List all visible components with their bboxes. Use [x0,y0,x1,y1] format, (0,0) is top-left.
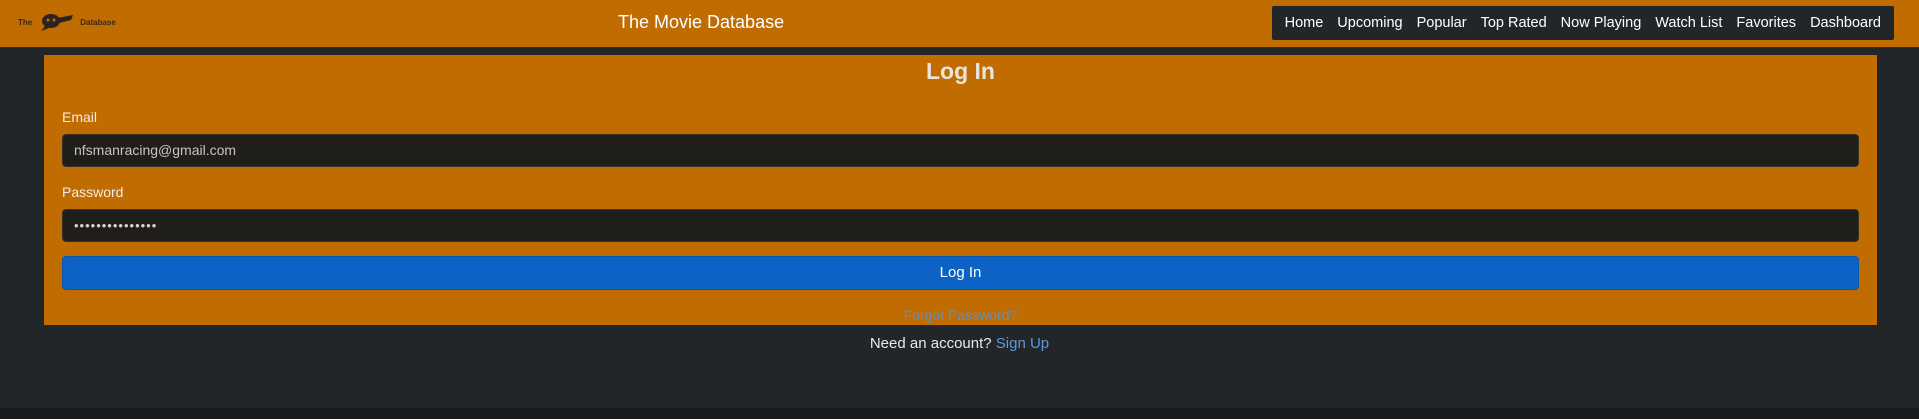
login-title: Log In [926,58,995,84]
nav-link-favorites[interactable]: Favorites [1729,15,1803,31]
nav-link-now-playing[interactable]: Now Playing [1554,15,1649,31]
signup-prompt: Need an account? [869,335,992,352]
brand-title[interactable]: The Movie Database [618,12,784,33]
logo-text-left: The [18,17,33,27]
nav-link-home[interactable]: Home [1278,15,1331,31]
movie-reel-icon [41,14,74,31]
nav-link-dashboard[interactable]: Dashboard [1803,15,1888,31]
nav-link-watch-list[interactable]: Watch List [1648,15,1729,31]
email-field[interactable]: nfsmanracing@gmail.com [62,134,1859,167]
signup-line: Need an account? Sign Up [0,335,1919,352]
nav-links: Home Upcoming Popular Top Rated Now Play… [1271,6,1894,40]
page: The Database The Movie Database Home Upc… [0,0,1919,419]
bottom-strip [0,408,1919,419]
site-logo[interactable]: The Database [18,11,116,33]
login-panel: Log In Email nfsmanracing@gmail.com Pass… [44,55,1877,325]
signup-link[interactable]: Sign Up [996,335,1049,352]
navbar: The Database The Movie Database Home Upc… [0,0,1919,48]
login-button[interactable]: Log In [62,256,1859,290]
password-field[interactable]: ••••••••••••••• [62,209,1859,242]
password-label: Password [62,184,124,200]
forgot-password-link[interactable]: Forgot Password? [44,307,1877,323]
email-label: Email [62,109,98,125]
logo-text-right: Database [80,17,116,27]
nav-link-popular[interactable]: Popular [1410,15,1474,31]
nav-link-upcoming[interactable]: Upcoming [1330,15,1409,31]
nav-link-top-rated[interactable]: Top Rated [1474,15,1554,31]
